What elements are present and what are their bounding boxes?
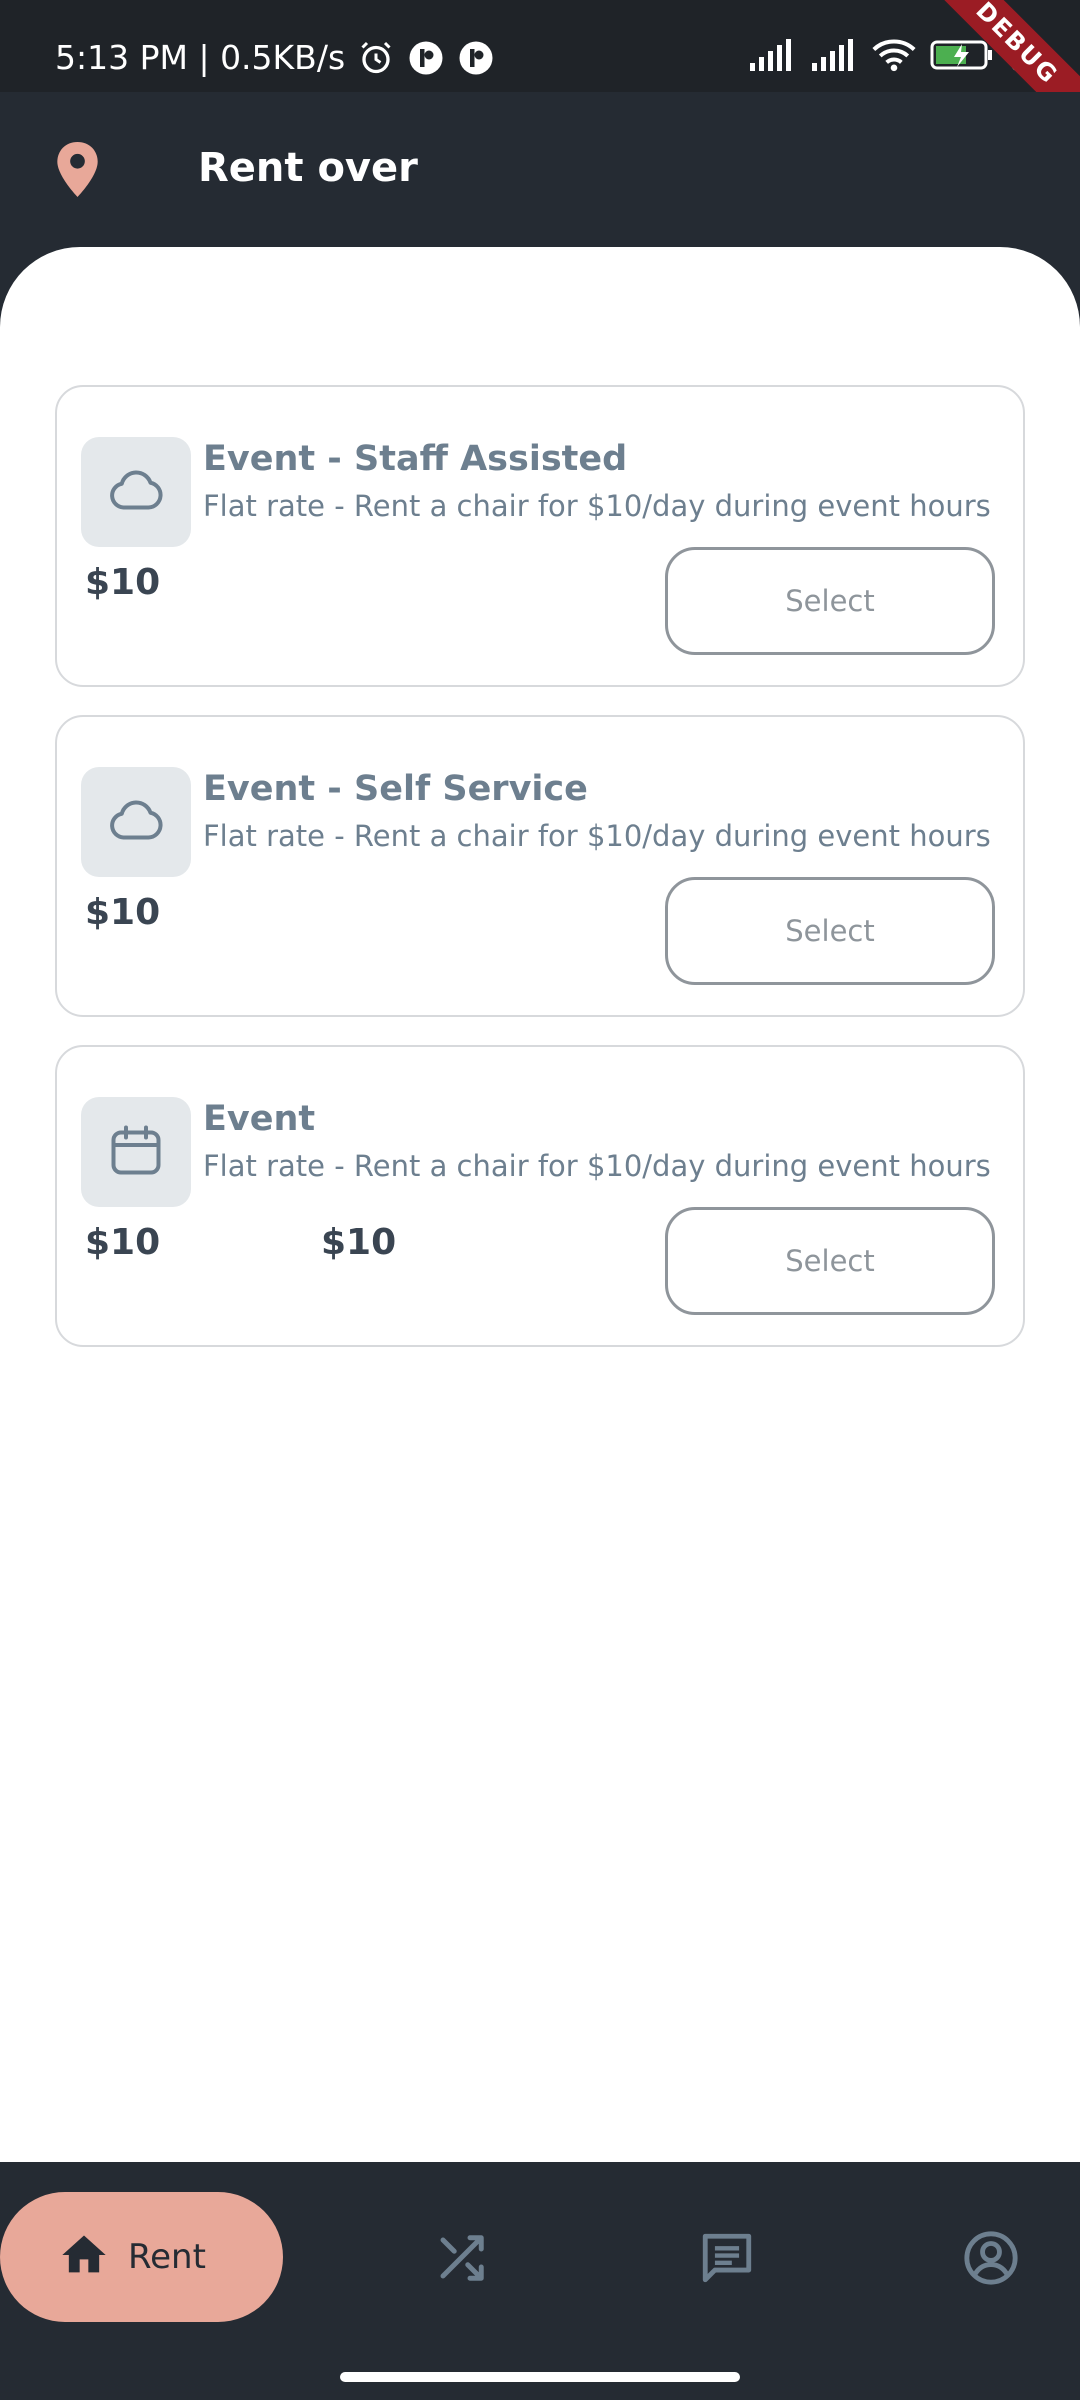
card-description: Flat rate - Rent a chair for $10/day dur… [203, 1149, 991, 1183]
cloud-icon [106, 790, 166, 854]
select-button[interactable]: Select [665, 547, 995, 655]
home-indicator[interactable] [340, 2372, 740, 2382]
rental-option-card: Event - Self Service Flat rate - Rent a … [55, 715, 1025, 1017]
status-time-speed: 5:13 PM | 0.5KB/s [55, 38, 346, 77]
card-icon-container [81, 767, 191, 877]
card-price: $10 [85, 892, 161, 933]
app-notification-icon [407, 39, 445, 77]
cloud-icon [106, 460, 166, 524]
card-icon-container [81, 1097, 191, 1207]
card-icon-container [81, 437, 191, 547]
card-title: Event - Self Service [203, 769, 588, 809]
card-description: Flat rate - Rent a chair for $10/day dur… [203, 489, 991, 523]
signal-icon [748, 39, 796, 79]
select-button[interactable]: Select [665, 1207, 995, 1315]
card-price: $10 [85, 562, 161, 603]
calendar-icon [106, 1120, 166, 1184]
shuffle-icon[interactable] [432, 2229, 490, 2287]
alarm-icon [357, 39, 395, 77]
status-left: 5:13 PM | 0.5KB/s [55, 38, 495, 77]
signal-icon [810, 39, 858, 79]
nav-rent-label: Rent [128, 2237, 206, 2277]
location-pin-icon[interactable] [55, 142, 100, 197]
card-price: $10 [85, 1222, 161, 1263]
account-icon[interactable] [962, 2229, 1020, 2287]
bottom-navigation: Rent [0, 2162, 1080, 2400]
status-bar: 5:13 PM | 0.5KB/s 66 DEBUG [0, 0, 1080, 147]
wifi-icon [872, 38, 916, 80]
card-description: Flat rate - Rent a chair for $10/day dur… [203, 819, 991, 853]
nav-item-rent[interactable]: Rent [0, 2192, 283, 2322]
page-title: Rent over [198, 145, 418, 191]
main-content: Event - Staff Assisted Flat rate - Rent … [0, 247, 1080, 2162]
app-notification-icon [457, 39, 495, 77]
rental-option-card: Event Flat rate - Rent a chair for $10/d… [55, 1045, 1025, 1347]
battery-charging-icon [930, 39, 994, 79]
select-button[interactable]: Select [665, 877, 995, 985]
rental-option-card: Event - Staff Assisted Flat rate - Rent … [55, 385, 1025, 687]
chat-icon[interactable] [698, 2229, 756, 2287]
card-title: Event [203, 1099, 316, 1139]
card-title: Event - Staff Assisted [203, 439, 628, 479]
app-bar: Rent over [0, 92, 1080, 247]
card-price-secondary: $10 [321, 1222, 397, 1263]
home-icon [58, 2229, 110, 2285]
